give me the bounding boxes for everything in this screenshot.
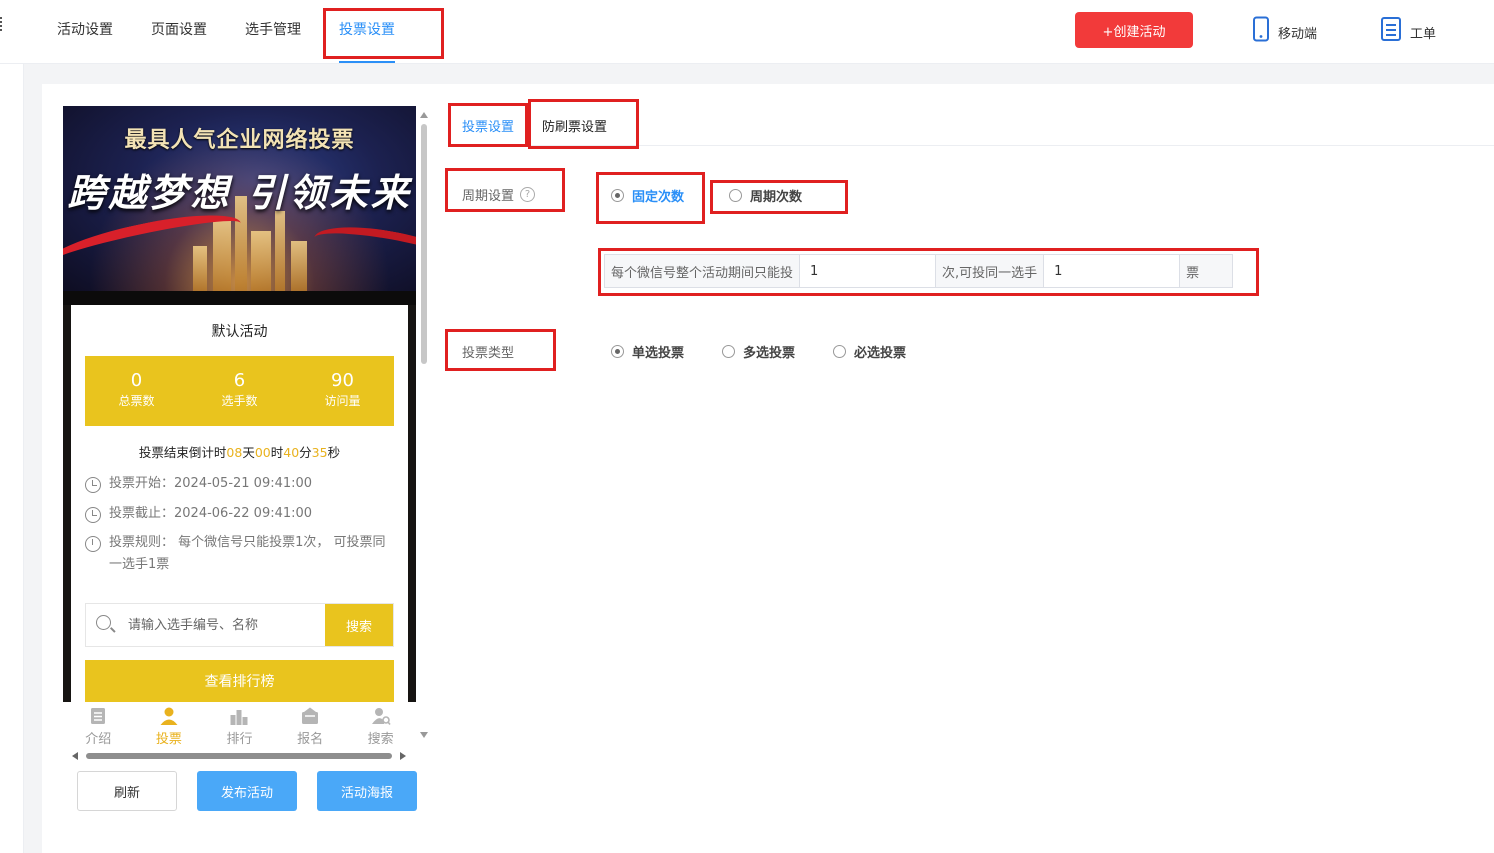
preview-vertical-scrollbar[interactable] — [417, 112, 431, 746]
vote-countdown: 投票结束倒计时08天00时40分35秒 — [138, 445, 341, 460]
nav-vote-settings[interactable]: 投票设置 — [339, 19, 395, 39]
vote-type-single-radio[interactable]: 单选投票 — [611, 342, 684, 361]
tabs-divider — [450, 145, 1494, 146]
stat-visits: 90 访问量 — [324, 370, 361, 408]
menu-edge-icon[interactable] — [0, 17, 3, 31]
vote-rule-row: 投票规则： 每个微信号只能投票1次， 可投票同一选手1票 — [85, 535, 397, 576]
document-icon — [91, 707, 106, 724]
same-contestant-votes-input[interactable] — [1043, 255, 1181, 287]
podium-icon — [230, 709, 248, 725]
banner-slogan: 跨越梦想 引领未来 — [67, 170, 412, 215]
search-icon — [86, 604, 126, 646]
nav-page-settings[interactable]: 页面设置 — [151, 19, 207, 39]
publish-activity-button[interactable]: 发布活动 — [197, 771, 297, 811]
vote-limit-group: 每个微信号整个活动期间只能投 次,可投同一选手 票 — [604, 254, 1234, 288]
stats-box: 0 总票数 6 选手数 90 访问量 — [85, 356, 394, 426]
activity-title: 默认活动 — [211, 324, 268, 340]
tab-vote-settings[interactable]: 投票设置 — [462, 116, 514, 135]
contestant-search-input[interactable] — [126, 604, 325, 646]
vote-type-required-radio[interactable]: 必选投票 — [833, 342, 906, 361]
tab-intro[interactable]: 介绍 — [63, 702, 134, 750]
ticket-icon — [1381, 17, 1401, 41]
nav-contestant-management[interactable]: 选手管理 — [245, 19, 301, 39]
nav-activity-settings[interactable]: 活动设置 — [57, 19, 113, 39]
vote-start-row: 投票开始：2024-05-21 09:41:00 — [85, 476, 397, 495]
activity-poster-button[interactable]: 活动海报 — [317, 771, 417, 811]
user-icon — [160, 707, 178, 725]
cycle-setting-label: 周期设置 ? — [462, 185, 536, 204]
limit-suffix: 票 — [1186, 265, 1200, 281]
preview-search-bar: 搜索 — [85, 603, 394, 647]
stat-contestants: 6 选手数 — [221, 370, 258, 408]
refresh-button[interactable]: 刷新 — [77, 771, 177, 811]
preview-horizontal-scrollbar[interactable] — [70, 750, 410, 762]
banner-title: 最具人气企业网络投票 — [124, 127, 355, 153]
ticket-link[interactable]: 工单 — [1380, 16, 1436, 42]
vote-type-multi-radio[interactable]: 多选投票 — [722, 342, 795, 361]
tab-vote[interactable]: 投票 — [134, 702, 205, 750]
phone-preview: 最具人气企业网络投票 跨越梦想 引领未来 默认活动 0 总票数 6 选手数 90… — [63, 106, 416, 702]
activity-panel: 默认活动 0 总票数 6 选手数 90 访问量 投票结束倒计时08天00时40分… — [71, 305, 408, 702]
tab-signup[interactable]: 报名 — [275, 702, 346, 750]
cycle-periodic-radio[interactable]: 周期次数 — [729, 186, 802, 205]
mobile-link[interactable]: 移动端 — [1252, 16, 1317, 42]
preview-banner: 最具人气企业网络投票 跨越梦想 引领未来 — [63, 106, 416, 291]
vote-type-label: 投票类型 — [462, 346, 515, 361]
tab-search[interactable]: 搜索 — [345, 702, 416, 750]
info-icon — [85, 536, 101, 552]
vote-end-row: 投票截止：2024-06-22 09:41:00 — [85, 506, 397, 525]
stat-total-votes: 0 总票数 — [118, 370, 155, 408]
create-activity-button[interactable]: +创建活动 — [1075, 12, 1193, 48]
limit-prefix: 每个微信号整个活动期间只能投 — [611, 265, 794, 281]
clock-icon — [85, 477, 101, 493]
vote-times-input[interactable] — [799, 255, 937, 287]
search-button[interactable]: 搜索 — [325, 604, 393, 646]
help-icon[interactable]: ? — [520, 187, 536, 202]
left-sidebar-strip — [0, 64, 24, 853]
tab-anti-fraud-settings[interactable]: 防刷票设置 — [542, 116, 607, 135]
view-ranking-button[interactable]: 查看排行榜 — [85, 660, 394, 702]
mobile-label: 移动端 — [1278, 27, 1318, 42]
preview-tab-bar: 介绍 投票 排行 报名 搜索 — [63, 702, 416, 750]
top-nav: 活动设置 页面设置 选手管理 投票设置 +创建活动 移动端 工单 — [0, 0, 1494, 64]
ticket-label: 工单 — [1410, 27, 1437, 42]
clock-icon — [85, 507, 101, 523]
nav-active-underline — [339, 61, 395, 63]
cycle-fixed-radio[interactable]: 固定次数 — [611, 186, 684, 205]
user-search-icon — [371, 707, 391, 725]
envelope-icon — [302, 707, 319, 724]
tab-ranking[interactable]: 排行 — [204, 702, 275, 750]
mobile-phone-icon — [1253, 16, 1269, 42]
limit-middle: 次,可投同一选手 — [942, 265, 1038, 281]
